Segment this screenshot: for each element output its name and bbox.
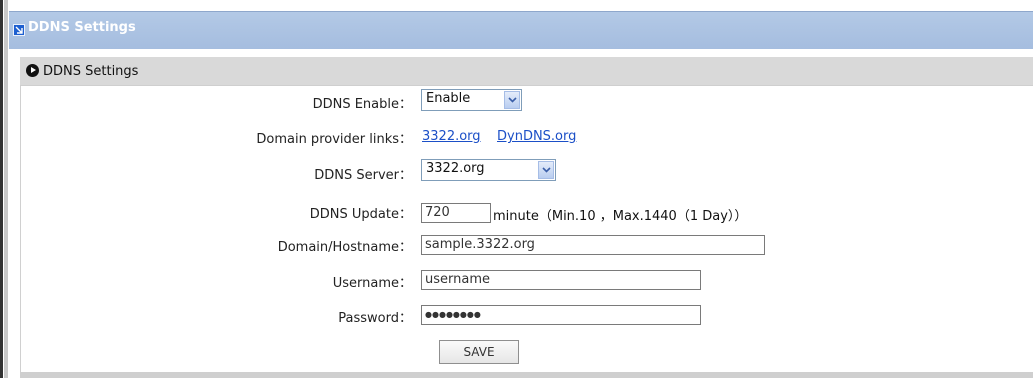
arrow-down-right-icon [13,24,25,36]
left-frame-shadow [4,0,8,378]
password-label: Password： [338,311,412,326]
ddns-enable-value: Enable [426,91,471,106]
ddns-server-select[interactable]: 3322.org [421,159,556,181]
ddns-enable-select[interactable]: Enable [421,89,522,111]
bottom-border [20,372,1033,378]
link-3322[interactable]: 3322.org [422,129,481,144]
chevron-down-icon[interactable] [538,161,554,179]
link-dyndns[interactable]: DynDNS.org [497,129,576,144]
section-header [20,57,1033,86]
left-frame-border [0,0,3,378]
ddns-server-label: DDNS Server： [314,168,412,183]
ddns-update-input[interactable]: 720 [421,203,491,223]
play-circle-icon [26,64,39,77]
ddns-enable-label: DDNS Enable： [312,97,412,112]
ddns-update-note: minute（Min.10 ，Max.1440（1 Day）） [493,209,748,224]
page-title: DDNS Settings [28,20,136,35]
section-title: DDNS Settings [43,64,139,79]
chevron-down-icon[interactable] [504,91,520,109]
title-bar [9,11,1033,49]
hostname-label: Domain/Hostname： [277,240,412,255]
ddns-update-label: DDNS Update： [309,207,412,222]
provider-links-label: Domain provider links： [256,132,412,147]
ddns-server-value: 3322.org [426,161,485,176]
save-button[interactable]: SAVE [439,340,519,364]
password-input[interactable]: ●●●●●●●● [421,305,701,325]
username-label: Username： [332,276,412,291]
hostname-input[interactable]: sample.3322.org [421,235,765,255]
username-input[interactable]: username [421,270,701,290]
